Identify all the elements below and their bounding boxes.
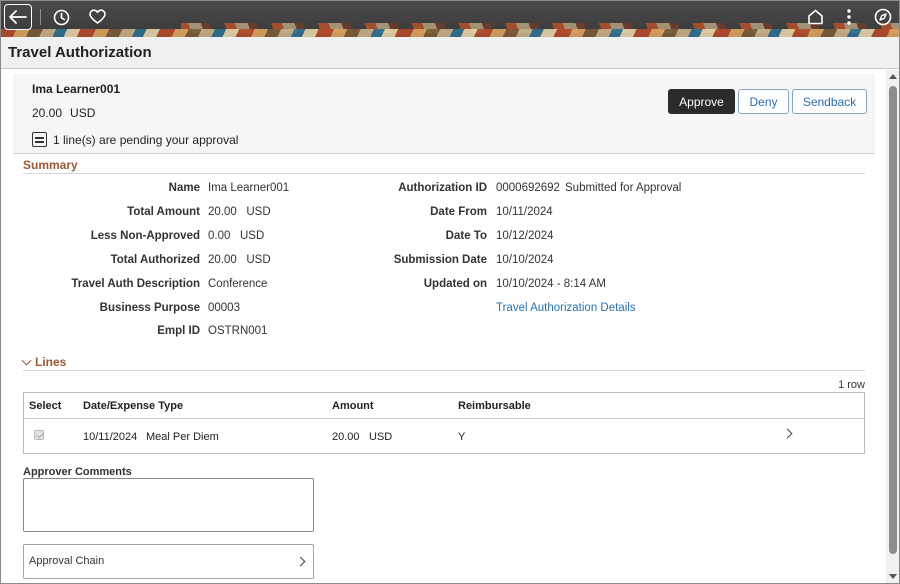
page-title: Travel Authorization <box>8 44 152 61</box>
navbar-button[interactable] <box>869 4 897 30</box>
approval-header-card: Ima Learner001 20.00 USD 1 line(s) are pe… <box>13 74 875 154</box>
date-to-label: Date To <box>445 230 487 242</box>
total-amount-label: Total Amount <box>127 206 200 218</box>
grid-header: Select Date/Expense Type Amount Reimburs… <box>24 393 864 419</box>
total-authorized-value: 20.00 USD <box>208 254 271 266</box>
column-header-select: Select <box>29 400 62 412</box>
total-authorized-label: Total Authorized <box>110 254 200 266</box>
heart-icon <box>88 9 106 24</box>
business-purpose-label: Business Purpose <box>99 302 200 314</box>
approver-comments-label: Approver Comments <box>23 466 132 478</box>
travel-auth-description-label: Travel Auth Description <box>71 278 200 290</box>
recent-button[interactable] <box>47 4 75 30</box>
chevron-down-icon <box>21 355 32 366</box>
column-header-amount: Amount <box>332 400 374 412</box>
submission-date-value: 10/10/2024 <box>496 254 554 266</box>
name-value: Ima Learner001 <box>208 182 290 194</box>
home-icon <box>807 9 823 25</box>
column-header-date-expense-type: Date/Expense Type <box>83 400 184 412</box>
row-currency: USD <box>369 431 393 443</box>
deny-button[interactable]: Deny <box>738 89 789 114</box>
lines-divider <box>23 370 865 371</box>
total-amount-value: 20.00 USD <box>208 206 271 218</box>
lines-section-title: Lines <box>35 355 67 369</box>
updated-on-label: Updated on <box>423 278 487 290</box>
date-from-value: 10/11/2024 <box>496 206 553 218</box>
approval-chain-label: Approval Chain <box>29 555 105 567</box>
business-purpose-value: 00003 <box>208 302 240 314</box>
vertical-scrollbar[interactable] <box>886 70 899 583</box>
row-expense-type: Meal Per Diem <box>146 431 219 443</box>
list-icon <box>32 132 47 147</box>
header-divider <box>40 9 41 25</box>
empl-id-value: OSTRN001 <box>208 325 268 337</box>
app-window: Travel Authorization Ima Learner001 20.0… <box>0 0 900 584</box>
authorization-id-value: 0000692692 <box>496 182 560 194</box>
approve-button[interactable]: Approve <box>668 89 735 114</box>
pending-text: 1 line(s) are pending your approval <box>53 132 239 147</box>
compass-icon <box>874 8 892 26</box>
submission-date-label: Submission Date <box>393 254 487 266</box>
actions-menu-button[interactable] <box>835 4 863 30</box>
less-non-approved-value: 0.00 USD <box>208 230 265 242</box>
row-amount: 20.00 <box>332 431 360 443</box>
chevron-right-icon[interactable] <box>782 428 793 439</box>
amount-value: 20.00 <box>32 106 63 120</box>
less-non-approved-label: Less Non-Approved <box>90 230 200 242</box>
travel-authorization-details-link[interactable]: Travel Authorization Details <box>496 302 636 314</box>
clock-icon <box>53 9 69 25</box>
date-from-label: Date From <box>430 206 487 218</box>
row-date: 10/11/2024 <box>83 431 138 443</box>
authorization-id-label: Authorization ID <box>398 182 487 194</box>
date-to-value: 10/12/2024 <box>496 230 554 242</box>
travel-auth-description-value: Conference <box>208 278 268 290</box>
employee-name: Ima Learner001 <box>32 82 121 96</box>
column-header-reimbursable: Reimbursable <box>458 400 531 412</box>
name-label: Name <box>168 182 200 194</box>
updated-on-value: 10/10/2024 - 8:14 AM <box>496 278 606 290</box>
row-count: 1 row <box>838 379 865 391</box>
title-bar: Travel Authorization <box>1 37 899 69</box>
top-banner <box>1 1 899 37</box>
chevron-right-icon <box>295 556 306 567</box>
summary-divider <box>23 173 865 174</box>
row-reimbursable: Y <box>458 431 466 443</box>
empl-id-label: Empl ID <box>157 325 200 337</box>
banner-decoration-strip <box>1 29 899 37</box>
lines-grid: Select Date/Expense Type Amount Reimburs… <box>23 392 865 454</box>
scroll-down-arrow-icon[interactable] <box>889 574 897 579</box>
more-vertical-icon <box>847 9 851 25</box>
favorites-button[interactable] <box>83 4 111 30</box>
approval-chain-button[interactable]: Approval Chain <box>23 544 314 579</box>
sendback-button[interactable]: Sendback <box>792 89 867 114</box>
approver-comments-field[interactable] <box>23 478 314 532</box>
scrollbar-thumb[interactable] <box>889 86 897 554</box>
home-button[interactable] <box>801 4 829 30</box>
employee-amount: 20.00 USD <box>32 106 103 120</box>
row-select-checkbox[interactable] <box>34 430 44 440</box>
back-button[interactable] <box>4 4 32 30</box>
amount-currency: USD <box>70 106 96 120</box>
authorization-status: Submitted for Approval <box>565 182 682 194</box>
lines-section-toggle[interactable]: Lines <box>21 355 67 369</box>
pending-notice: 1 line(s) are pending your approval <box>32 132 238 147</box>
scroll-up-arrow-icon[interactable] <box>889 74 897 79</box>
arrow-left-icon <box>9 10 27 24</box>
summary-section-title: Summary <box>23 158 78 172</box>
main-content: Ima Learner001 20.00 USD 1 line(s) are pe… <box>1 70 885 583</box>
